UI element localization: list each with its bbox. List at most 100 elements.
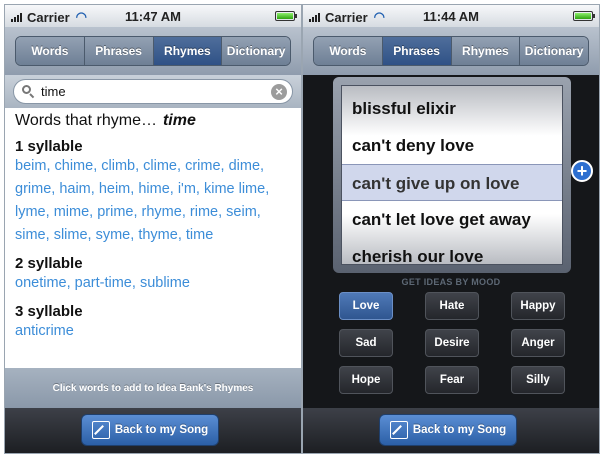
rhyme-results[interactable]: Words that rhyme… time 1 syllable beim, ch…	[5, 108, 301, 368]
rhyme-word[interactable]: dime	[229, 158, 260, 174]
clear-icon[interactable]: ×	[271, 83, 287, 100]
rhyme-word[interactable]: mime	[54, 204, 89, 220]
mood-button-desire[interactable]: Desire	[425, 329, 479, 357]
rhyme-word[interactable]: slime	[54, 227, 88, 243]
top-tabbar: Words Phrases Rhymes Dictionary	[303, 27, 599, 75]
rhyme-word[interactable]: part-time	[75, 275, 132, 291]
tab-rhymes[interactable]: Rhymes	[153, 37, 223, 65]
word-separator: ,	[218, 204, 227, 220]
status-time: 11:47 AM	[125, 9, 181, 24]
mood-button-love[interactable]: Love	[339, 292, 393, 320]
pencil-icon	[91, 421, 110, 439]
picker-row[interactable]: can't give up on love	[342, 164, 562, 201]
mood-button-sad[interactable]: Sad	[339, 329, 393, 357]
search-bar: time ×	[5, 75, 301, 108]
search-field[interactable]: time ×	[13, 79, 293, 104]
word-separator: ,	[260, 158, 265, 174]
mood-button-anger[interactable]: Anger	[511, 329, 565, 357]
tab-phrases[interactable]: Phrases	[382, 37, 452, 65]
picker-row[interactable]: blissful elixir	[342, 90, 562, 127]
word-separator: ,	[265, 181, 270, 197]
tab-dictionary[interactable]: Dictionary	[222, 37, 290, 65]
rhyme-target-word: time	[162, 112, 196, 129]
status-time: 11:44 AM	[423, 9, 479, 24]
tab-phrases[interactable]: Phrases	[84, 37, 154, 65]
rhyme-word[interactable]: i'm	[178, 181, 196, 197]
rhyme-word[interactable]: seim	[226, 204, 257, 220]
add-icon[interactable]: +	[571, 160, 593, 182]
word-separator: ,	[45, 204, 54, 220]
hint-text: Click words to add to Idea Bank's Rhymes	[52, 382, 254, 394]
search-input[interactable]: time	[41, 84, 271, 99]
tab-words[interactable]: Words	[16, 37, 85, 65]
tab-words[interactable]: Words	[314, 37, 383, 65]
rhyme-word[interactable]: thyme	[138, 227, 178, 243]
word-separator: ,	[220, 158, 229, 174]
picker-row[interactable]: can't let love get away	[342, 201, 562, 238]
mood-button-hate[interactable]: Hate	[425, 292, 479, 320]
mood-button-happy[interactable]: Happy	[511, 292, 565, 320]
battery-icon	[573, 11, 595, 21]
mood-title: GET IDEAS BY MOOD	[401, 277, 501, 287]
rhyme-word[interactable]: clime	[143, 158, 177, 174]
rhyme-word[interactable]: crime	[185, 158, 220, 174]
rhyme-word[interactable]: rhyme	[142, 204, 182, 220]
rhyme-heading-prefix: Words that rhyme…	[15, 112, 157, 129]
rhyme-word[interactable]: rime	[190, 204, 218, 220]
word-separator: ,	[46, 158, 55, 174]
word-separator: ,	[89, 204, 98, 220]
word-separator: ,	[169, 181, 178, 197]
bottom-toolbar: Back to my Song	[5, 408, 301, 453]
syllable-word-list: onetime, part-time, sublime	[15, 272, 291, 295]
mood-button-hope[interactable]: Hope	[339, 366, 393, 394]
rhyme-word[interactable]: kime lime	[204, 181, 265, 197]
rhyme-word[interactable]: climb	[101, 158, 135, 174]
tab-dictionary[interactable]: Dictionary	[520, 37, 588, 65]
segmented-control: Words Phrases Rhymes Dictionary	[313, 36, 589, 66]
word-separator: ,	[66, 275, 75, 291]
rhyme-word[interactable]: sime	[15, 227, 46, 243]
status-bar: Carrier ◠ 11:44 AM	[303, 5, 599, 27]
picker-row[interactable]: cherish our love	[342, 238, 562, 264]
picker-row[interactable]: can't deny love	[342, 127, 562, 164]
rhyme-word[interactable]: chime	[55, 158, 94, 174]
syllable-group-title: 1 syllable	[15, 138, 83, 155]
back-to-song-button[interactable]: Back to my Song	[379, 414, 517, 446]
word-separator: ,	[177, 158, 186, 174]
rhyme-word[interactable]: time	[186, 227, 213, 243]
back-to-song-button[interactable]: Back to my Song	[81, 414, 219, 446]
back-button-label: Back to my Song	[114, 424, 209, 436]
syllable-group-title: 2 syllable	[15, 255, 83, 272]
battery-icon	[275, 11, 297, 21]
picker-wheel[interactable]: blissful elixir can't deny love can't give…	[341, 85, 563, 265]
rhyme-word[interactable]: lyme	[15, 204, 46, 220]
syllable-word-list: anticrime	[15, 320, 291, 343]
rhyme-heading: Words that rhyme… time	[15, 112, 291, 130]
phrases-screen: Carrier ◠ 11:44 AM Words Phrases Rhymes Dic…	[302, 4, 600, 454]
mood-button-silly[interactable]: Silly	[511, 366, 565, 394]
back-button-label: Back to my Song	[412, 424, 507, 436]
rhyme-word[interactable]: beim	[15, 158, 46, 174]
rhyme-word[interactable]: sublime	[140, 275, 190, 291]
rhymes-screen: Carrier ◠ 11:47 AM Words Phrases Rhymes Dic…	[4, 4, 302, 454]
word-separator: ,	[181, 204, 190, 220]
rhyme-word[interactable]: hime	[138, 181, 169, 197]
mood-button-fear[interactable]: Fear	[425, 366, 479, 394]
tab-rhymes[interactable]: Rhymes	[451, 37, 521, 65]
rhyme-word[interactable]: onetime	[15, 275, 67, 291]
search-icon	[22, 85, 35, 99]
rhyme-word[interactable]: heim	[99, 181, 130, 197]
word-separator: ,	[131, 275, 140, 291]
word-separator: ,	[177, 227, 186, 243]
phrase-picker[interactable]: blissful elixir can't deny love can't give…	[333, 77, 571, 273]
word-separator: ,	[90, 181, 99, 197]
segmented-control: Words Phrases Rhymes Dictionary	[15, 36, 291, 66]
bottom-toolbar: Back to my Song	[303, 408, 599, 453]
hint-bar: Click words to add to Idea Bank's Rhymes	[5, 368, 301, 408]
word-separator: ,	[87, 227, 96, 243]
rhyme-word[interactable]: anticrime	[15, 323, 74, 339]
rhyme-word[interactable]: prime	[97, 204, 133, 220]
rhyme-word[interactable]: grime	[15, 181, 51, 197]
rhyme-word[interactable]: syme	[96, 227, 131, 243]
rhyme-word[interactable]: haim	[59, 181, 90, 197]
